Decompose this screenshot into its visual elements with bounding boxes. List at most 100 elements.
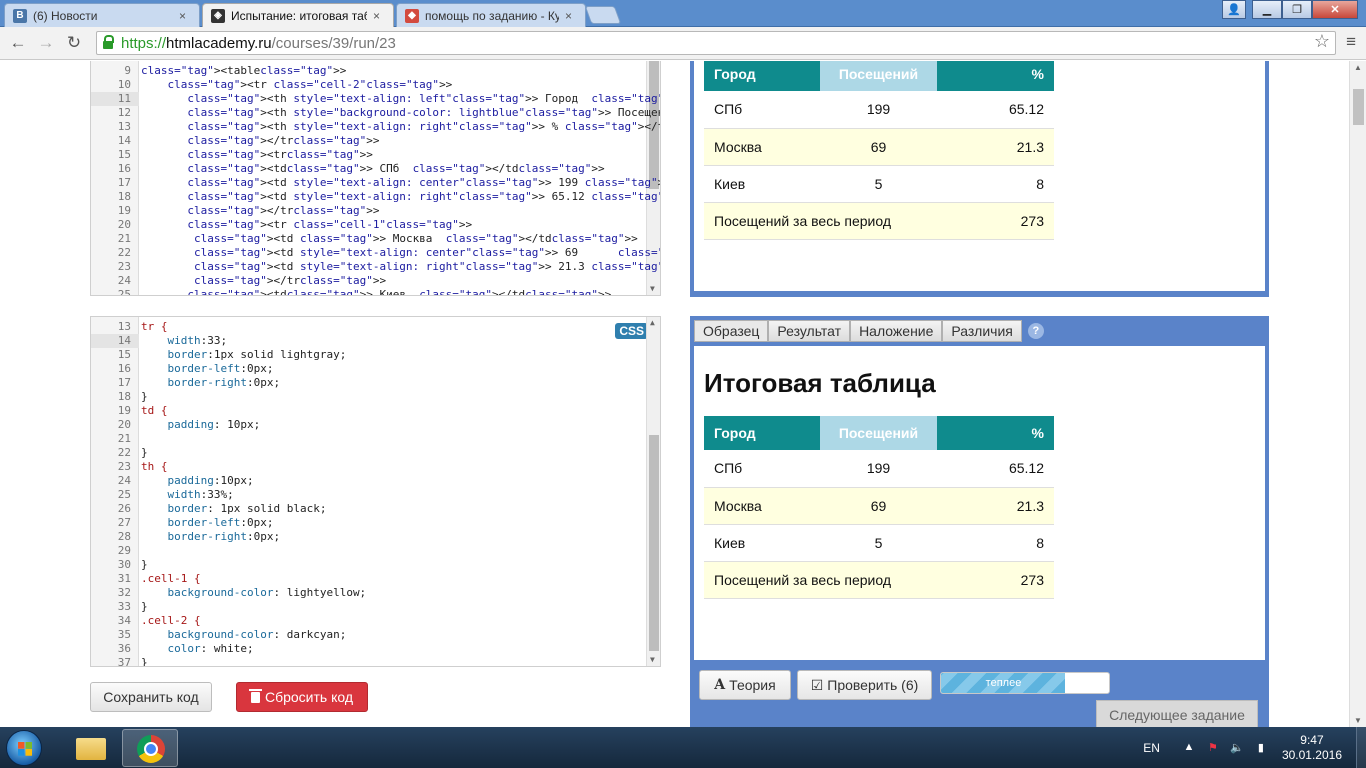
tab-close-icon[interactable]: × xyxy=(179,9,191,23)
code-line[interactable]: 18} xyxy=(91,390,646,404)
page-scrollbar[interactable]: ▲ ▼ xyxy=(1349,61,1366,727)
code-line[interactable]: 18 class="tag"><td style="text-align: ri… xyxy=(91,190,660,204)
code-line[interactable]: 28 border-right:0px; xyxy=(91,530,646,544)
code-text: class="tag"></trclass="tag">> xyxy=(193,274,387,287)
network-icon[interactable]: ▮ xyxy=(1254,741,1268,755)
browser-tab-task[interactable]: ◈ Испытание: итоговая таб × xyxy=(202,3,394,27)
code-line[interactable]: 13 tr { xyxy=(91,320,646,334)
table-row: Москва 69 21.3 xyxy=(704,128,1054,166)
code-line[interactable]: 27 border-left:0px; xyxy=(91,516,646,530)
forward-icon[interactable]: → xyxy=(34,32,58,54)
code-line[interactable]: 20 class="tag"><tr class="cell-1"class="… xyxy=(91,218,646,232)
code-line[interactable]: 22} xyxy=(91,446,646,460)
address-bar[interactable]: https:// htmlacademy.ru /courses/39/run/… xyxy=(96,31,1336,55)
show-desktop-button[interactable] xyxy=(1356,727,1366,768)
tab-close-icon[interactable]: × xyxy=(565,9,577,23)
preview-tab-2[interactable]: Наложение xyxy=(850,320,943,342)
reload-icon[interactable]: ↻ xyxy=(62,32,86,54)
code-line[interactable]: 12 class="tag"><th style="background-col… xyxy=(91,106,660,120)
scroll-down-icon[interactable]: ▼ xyxy=(1354,716,1362,725)
code-line[interactable]: 22 class="tag"><td style="text-align: ce… xyxy=(91,246,660,260)
scroll-up-icon[interactable]: ▲ xyxy=(1354,63,1362,72)
css-editor-scroll-thumb[interactable] xyxy=(649,435,659,651)
check-button[interactable]: ☑ Проверить (6) xyxy=(797,670,932,700)
code-line[interactable]: 17 border-right:0px; xyxy=(91,376,646,390)
table-header-row: Город Посещений% xyxy=(704,416,1054,450)
help-icon[interactable]: ? xyxy=(1027,323,1044,339)
page-scroll-thumb[interactable] xyxy=(1353,89,1364,125)
theory-button[interactable]: A Теория xyxy=(699,670,791,700)
tab-close-icon[interactable]: × xyxy=(373,9,385,23)
window-close-icon[interactable]: ✕ xyxy=(1312,0,1358,19)
code-line[interactable]: 14 width:33; xyxy=(91,334,646,348)
code-line[interactable]: 15 class="tag"><trclass="tag">> xyxy=(91,148,646,162)
code-line[interactable]: 29 xyxy=(91,544,646,558)
code-line[interactable]: 23 class="tag"><td style="text-align: ri… xyxy=(91,260,660,274)
code-line[interactable]: 24 class="tag"></trclass="tag">> xyxy=(91,274,646,288)
code-line[interactable]: 11 class="tag"><th style="text-align: le… xyxy=(91,92,660,106)
code-line[interactable]: 30} xyxy=(91,558,646,572)
chrome-taskbar-button[interactable] xyxy=(122,729,178,767)
code-line[interactable]: 26 border: 1px solid black; xyxy=(91,502,646,516)
browser-tab-help[interactable]: ◆ помощь по заданию - Ку × xyxy=(396,3,586,27)
browser-menu-icon[interactable]: ≡ xyxy=(1346,32,1356,52)
scroll-down-icon[interactable]: ▼ xyxy=(650,655,655,664)
code-line[interactable]: 16 border-left:0px; xyxy=(91,362,646,376)
code-line[interactable]: 31 .cell-1 { xyxy=(91,572,646,586)
line-number: 23 xyxy=(117,460,131,473)
code-line[interactable]: 25 width:33%; xyxy=(91,488,646,502)
html-code-editor[interactable]: ▼ 9 class="tag"><tableclass="tag">> 10 cla… xyxy=(90,61,661,296)
code-line[interactable]: 14 class="tag"></trclass="tag">> xyxy=(91,134,646,148)
code-line[interactable]: 23 th { xyxy=(91,460,646,474)
reset-code-button[interactable]: Сбросить код xyxy=(236,682,368,712)
code-line[interactable]: 32 background-color: lightyellow; xyxy=(91,586,646,600)
action-center-icon[interactable]: ⚑ xyxy=(1206,741,1220,755)
code-line[interactable]: 21 xyxy=(91,432,646,446)
preview-tab-3[interactable]: Различия xyxy=(942,320,1022,342)
tray-expand-icon[interactable]: ▲ xyxy=(1182,741,1196,755)
back-icon[interactable]: ← xyxy=(6,32,30,54)
new-tab-button[interactable] xyxy=(584,6,622,24)
code-line[interactable]: 24 padding:10px; xyxy=(91,474,646,488)
table-header-cell: Город xyxy=(704,416,820,450)
next-task-button[interactable]: Следующее задание xyxy=(1096,700,1258,727)
explorer-taskbar-button[interactable] xyxy=(62,729,118,767)
clock[interactable]: 9:47 30.01.2016 xyxy=(1282,733,1342,763)
scroll-up-icon[interactable]: ▲ xyxy=(650,318,655,327)
browser-tab-news[interactable]: В (6) Новости × xyxy=(4,3,200,27)
start-button[interactable] xyxy=(6,730,42,766)
code-line[interactable]: 19 td { xyxy=(91,404,646,418)
progress-label: теплее xyxy=(985,677,1022,689)
code-line[interactable]: 36 color: white; xyxy=(91,642,646,656)
user-icon[interactable]: 👤 xyxy=(1222,0,1246,19)
css-code-editor[interactable]: CSS ▲ ▼ 13 tr {14 width:33; 15 border:1px … xyxy=(90,316,661,667)
preview-tab-1[interactable]: Результат xyxy=(768,320,851,342)
code-line[interactable]: 21 class="tag"><td class="tag">> Москва … xyxy=(91,232,646,246)
code-line[interactable]: 34 .cell-2 { xyxy=(91,614,646,628)
code-line[interactable]: 16 class="tag"><tdclass="tag">> СПб clas… xyxy=(91,162,646,176)
save-code-button[interactable]: Сохранить код xyxy=(90,682,212,712)
code-line[interactable]: 33} xyxy=(91,600,646,614)
table-cell: СПб xyxy=(704,450,820,488)
url-host: htmlacademy.ru xyxy=(166,34,272,52)
scroll-down-icon[interactable]: ▼ xyxy=(650,284,655,293)
code-line[interactable]: 9 class="tag"><tableclass="tag">> xyxy=(91,64,646,78)
code-line[interactable]: 10 class="tag"><tr class="cell-2"class="… xyxy=(91,78,646,92)
code-line[interactable]: 13 class="tag"><th style="text-align: ri… xyxy=(91,120,660,134)
code-line[interactable]: 19 class="tag"></trclass="tag">> xyxy=(91,204,646,218)
code-line[interactable]: 25 class="tag"><tdclass="tag">> Киев cla… xyxy=(91,288,646,295)
minimize-icon[interactable]: ▁ xyxy=(1252,0,1282,19)
line-number: 23 xyxy=(117,260,131,273)
code-line[interactable]: 35 background-color: darkcyan; xyxy=(91,628,646,642)
volume-icon[interactable]: 🔈 xyxy=(1230,741,1244,755)
code-line[interactable]: 37} xyxy=(91,656,646,666)
language-indicator[interactable]: EN xyxy=(1143,741,1160,755)
bookmark-star-icon[interactable]: ☆ xyxy=(1314,31,1330,52)
preview-tab-0[interactable]: Образец xyxy=(694,320,769,342)
maximize-icon[interactable]: ❐ xyxy=(1282,0,1312,19)
code-line[interactable]: 15 border:1px solid lightgray; xyxy=(91,348,646,362)
code-line[interactable]: 17 class="tag"><td style="text-align: ce… xyxy=(91,176,660,190)
code-line[interactable]: 20 padding: 10px; xyxy=(91,418,646,432)
css-editor-scrollbar[interactable]: ▲ ▼ xyxy=(646,317,660,666)
line-number: 15 xyxy=(117,348,131,361)
